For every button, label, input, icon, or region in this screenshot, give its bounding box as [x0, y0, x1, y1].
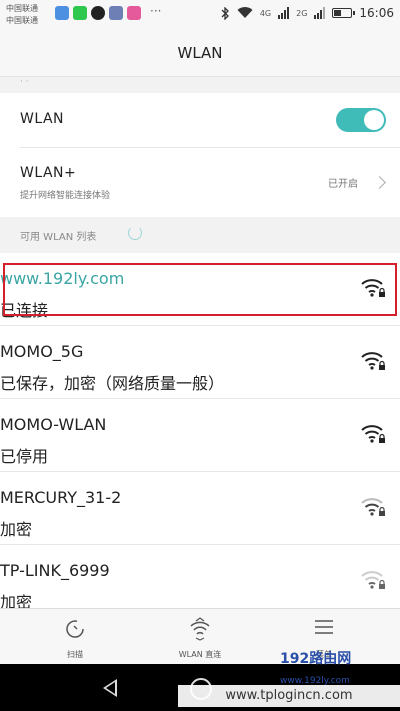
- status-indicators: 4G 2G 16:06: [221, 6, 394, 20]
- app-notification-icon-2: [109, 6, 123, 20]
- app-notification-icon: [55, 6, 69, 20]
- watermark-site: www.tplogincn.com: [178, 685, 400, 707]
- back-icon[interactable]: [103, 679, 117, 697]
- scan-label: 扫描: [67, 650, 83, 659]
- clock: 16:06: [359, 6, 394, 20]
- wlan-toggle-switch[interactable]: [336, 108, 386, 132]
- chevron-right-icon: [373, 176, 386, 189]
- wlan-label: WLAN: [20, 111, 65, 127]
- wifi-locked-icon: [361, 571, 385, 589]
- network-item[interactable]: MERCURY_31-2 加密: [0, 472, 400, 544]
- status-bar: 中国联通 中国联通 ··· 4G 2G 16:06: [0, 0, 400, 30]
- notification-icons: [55, 6, 141, 20]
- wlan-plus-description: 提升网络智能连接体验: [20, 191, 111, 201]
- network-ssid: MOMO_5G: [0, 342, 84, 361]
- bluetooth-icon: [221, 6, 229, 20]
- carrier-label-2: 中国联通: [6, 16, 38, 25]
- menu-icon: [315, 620, 333, 634]
- wifi-locked-icon: [361, 498, 385, 516]
- network-status: 已保存，加密（网络质量一般）: [0, 374, 225, 393]
- wifi-direct-icon: [190, 617, 210, 641]
- network-status: 加密: [0, 520, 33, 539]
- section-label: 可用 WLAN 列表: [20, 232, 97, 243]
- carrier-label: 中国联通: [6, 4, 38, 13]
- wlan-settings-card: WLAN WLAN+ 提升网络智能连接体验 已开启: [0, 93, 400, 217]
- app-notification-icon-3: [127, 6, 141, 20]
- wlan-plus-status: 已开启: [328, 179, 358, 190]
- wifi-locked-icon: [361, 352, 385, 370]
- wlan-plus-label: WLAN+: [20, 165, 77, 181]
- network-item[interactable]: TP-LINK_6999 加密: [0, 545, 400, 612]
- more-notifications-icon: ···: [150, 4, 162, 18]
- network-type-2: 2G: [296, 8, 308, 18]
- battery-icon: [332, 8, 356, 18]
- wechat-icon: [73, 6, 87, 20]
- refresh-icon: [66, 620, 84, 638]
- wlan-toggle-row[interactable]: WLAN: [0, 93, 400, 147]
- peek-text: · ·: [20, 77, 29, 87]
- network-ssid: MOMO-WLAN: [0, 415, 107, 434]
- scan-button[interactable]: 扫描: [25, 609, 125, 665]
- scanning-spinner-icon: [128, 226, 142, 240]
- network-type-1: 4G: [259, 8, 272, 18]
- available-networks-header: 可用 WLAN 列表: [0, 219, 400, 249]
- page-title: WLAN: [0, 30, 400, 77]
- signal-strength-icon: [278, 7, 290, 19]
- qq-icon: [91, 6, 105, 20]
- carrier-info: 中国联通 中国联通: [6, 3, 38, 27]
- wlan-plus-row[interactable]: WLAN+ 提升网络智能连接体验 已开启: [0, 148, 400, 217]
- signal-strength-icon-2: [314, 7, 326, 19]
- network-item[interactable]: MOMO_5G 已保存，加密（网络质量一般）: [0, 326, 400, 398]
- wifi-locked-icon: [361, 425, 385, 443]
- watermark-logo: 192路由网: [280, 651, 352, 667]
- scroll-peek: · ·: [0, 77, 400, 93]
- network-item[interactable]: MOMO-WLAN 已停用: [0, 399, 400, 471]
- wifi-status-icon: [237, 7, 253, 19]
- network-ssid: MERCURY_31-2: [0, 488, 122, 507]
- network-status: 已停用: [0, 447, 49, 466]
- wlan-direct-label: WLAN 直连: [178, 650, 222, 659]
- network-ssid: TP-LINK_6999: [0, 561, 110, 580]
- wlan-direct-button[interactable]: WLAN 直连: [150, 609, 250, 665]
- connected-network-highlight: [3, 263, 397, 316]
- toggle-knob: [364, 110, 384, 130]
